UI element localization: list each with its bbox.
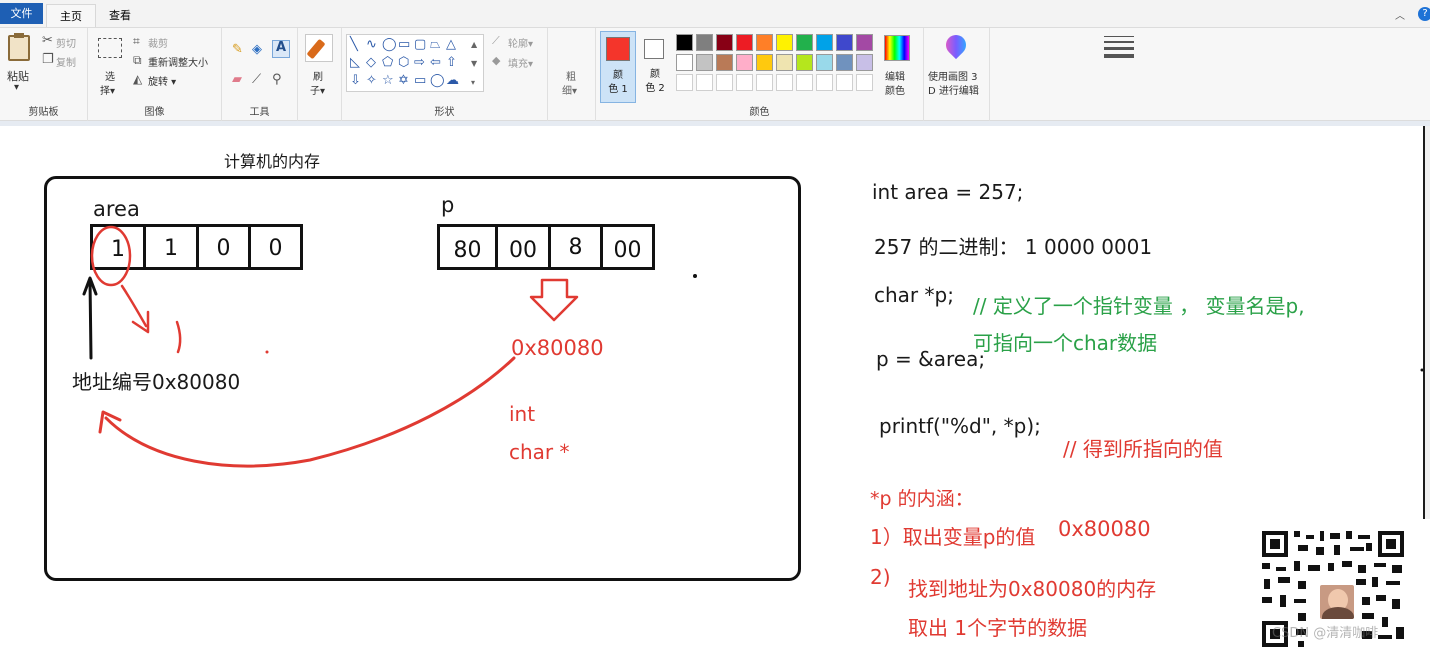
comment-line-5: // 得到所指向的值 [1063,437,1223,461]
red-dot [265,350,269,354]
meaning-title: *p 的内涵： [870,488,974,510]
black-dot [693,274,697,278]
red-hollow-down-arrow [529,278,579,322]
red-circle-on-first-byte [90,225,132,287]
annotation-strokes [82,225,1424,468]
code-line-4: p = &area; [876,347,986,371]
address-label: 地址编号0x80080 [72,370,241,394]
step-2-line-2: 取出 1个字节的数据 [908,616,1088,640]
red-stroke-tick [175,320,182,354]
code-line-3: char *p; [874,283,954,307]
step-2-line-1: 找到地址为0x80080的内存 [908,577,1157,601]
step-1: 1）取出变量p的值 [870,525,1036,549]
code-line-2: 257 的二进制： 1 0000 0001 [874,235,1153,259]
p-value-label: 0x80080 [511,336,604,360]
edge-dot [1420,368,1424,372]
code-line-1: int area = 257; [872,180,1024,204]
avatar [1318,583,1356,621]
comment-line-3b: 可指向一个char数据 [973,331,1158,355]
step-2-number: 2) [870,565,891,589]
step-1-value: 0x80080 [1058,517,1151,541]
type-int-label: int [509,402,536,426]
code-line-5: printf("%d", *p); [879,414,1041,438]
comment-line-3a: // 定义了一个指针变量 ， 变量名是p, [973,294,1305,318]
type-charptr-label: char * [509,440,570,464]
csdn-watermark: CSDN @清清咖啡 [1272,626,1379,641]
black-up-arrow-shaft [88,278,93,360]
red-small-arrow [120,284,148,328]
